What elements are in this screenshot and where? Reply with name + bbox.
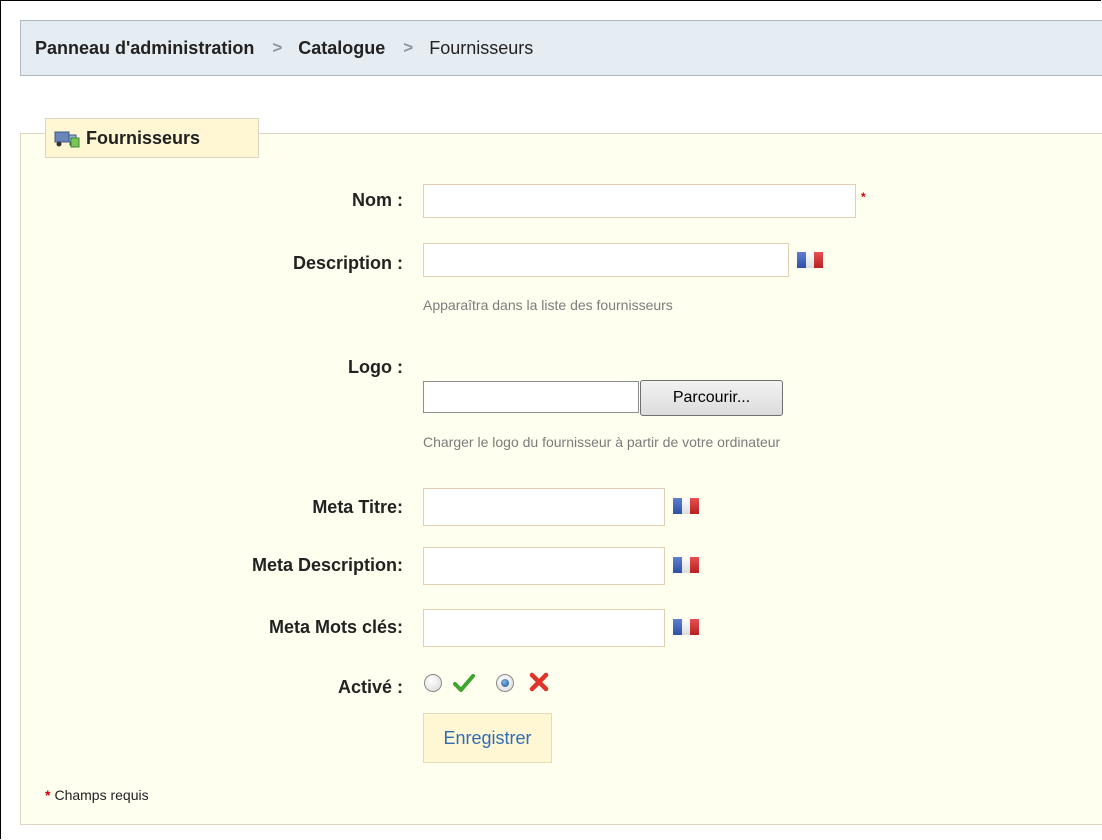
required-mark: *: [861, 190, 866, 204]
required-fields-text: Champs requis: [54, 787, 149, 803]
breadcrumb: Panneau d'administration > Catalogue > F…: [20, 20, 1102, 76]
breadcrumb-item-catalogue[interactable]: Catalogue: [298, 38, 385, 59]
required-fields-note: * Champs requis: [45, 787, 149, 803]
active-label: Activé :: [337, 677, 403, 697]
description-input[interactable]: [423, 243, 789, 277]
meta-title-label: Meta Titre:: [312, 497, 403, 517]
name-input[interactable]: [423, 184, 856, 218]
meta-description-label: Meta Description:: [251, 555, 403, 575]
description-label: Description :: [292, 253, 403, 273]
meta-keywords-label: Meta Mots clés:: [268, 617, 403, 637]
breadcrumb-separator-icon: >: [403, 38, 414, 57]
breadcrumb-item-admin-panel[interactable]: Panneau d'administration: [35, 38, 254, 59]
name-label: Nom :: [352, 190, 403, 210]
breadcrumb-separator-icon: >: [272, 38, 283, 57]
logo-label: Logo :: [348, 357, 403, 377]
save-button[interactable]: Enregistrer: [423, 713, 552, 763]
breadcrumb-item-suppliers: Fournisseurs: [429, 37, 534, 58]
meta-title-input[interactable]: [423, 488, 665, 526]
active-yes-radio[interactable]: [424, 674, 442, 692]
flag-fr-icon[interactable]: [673, 557, 700, 573]
flag-fr-icon[interactable]: [673, 498, 700, 514]
meta-keywords-input[interactable]: [423, 609, 665, 647]
meta-description-input[interactable]: [423, 547, 665, 585]
logo-hint: Charger le logo du fournisseur à partir …: [423, 434, 781, 450]
description-hint: Apparaîtra dans la liste des fournisseur…: [423, 297, 673, 313]
legend-title: Fournisseurs: [86, 127, 201, 148]
supplier-form-fieldset: [20, 133, 1102, 825]
logo-file-path-field[interactable]: [423, 381, 639, 413]
required-mark: *: [45, 787, 51, 803]
browse-button[interactable]: Parcourir...: [640, 380, 783, 416]
check-icon: [453, 674, 475, 692]
flag-fr-icon[interactable]: [673, 619, 700, 635]
cross-icon: [529, 672, 549, 692]
flag-fr-icon[interactable]: [797, 252, 824, 268]
supplier-truck-icon: [54, 131, 80, 148]
fieldset-legend: Fournisseurs: [45, 118, 259, 158]
active-no-radio[interactable]: [496, 674, 514, 692]
